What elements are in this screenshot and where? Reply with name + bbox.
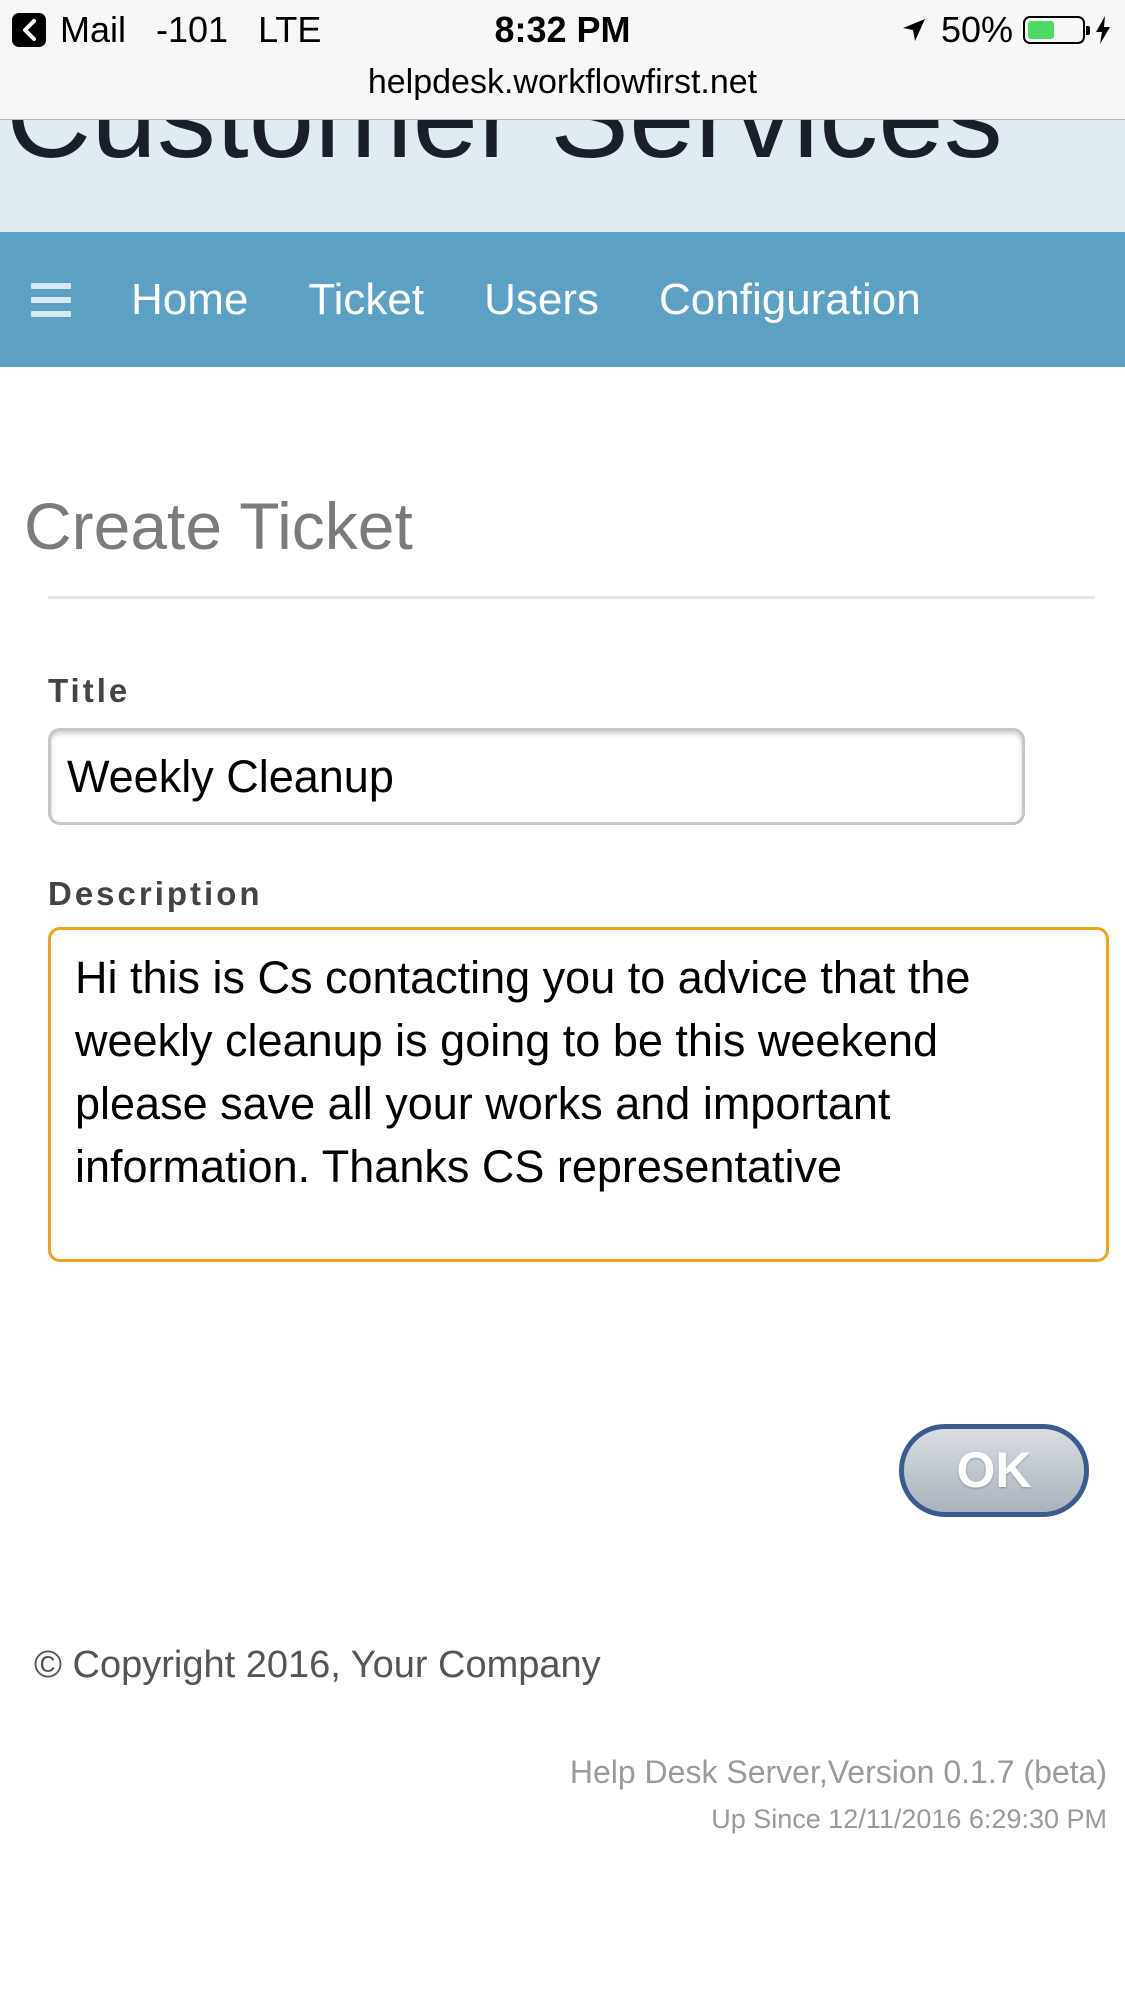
- site-title: Customer Services: [6, 119, 1003, 187]
- copyright-text: © Copyright 2016, Your Company: [34, 1644, 601, 1686]
- charging-bolt-icon: [1095, 16, 1111, 44]
- divider: [48, 596, 1095, 599]
- up-since-text: Up Since 12/11/2016 6:29:30 PM: [711, 1804, 1107, 1834]
- status-right: 50%: [901, 8, 1111, 52]
- ok-button[interactable]: OK: [899, 1424, 1089, 1517]
- location-arrow-icon: [901, 17, 927, 43]
- status-bar: Mail -101 LTE 8:32 PM 50% helpdesk.workf…: [0, 0, 1125, 120]
- menu-icon[interactable]: [31, 282, 71, 317]
- nav-home[interactable]: Home: [131, 275, 248, 325]
- battery-icon: [1023, 16, 1090, 44]
- battery-fill: [1028, 21, 1054, 39]
- version-text: Help Desk Server,Version 0.1.7 (beta): [569, 1754, 1107, 1790]
- nav-configuration[interactable]: Configuration: [659, 275, 921, 325]
- description-label: Description: [48, 875, 263, 912]
- title-label: Title: [48, 672, 131, 709]
- description-textarea[interactable]: Hi this is Cs contacting you to advice t…: [48, 927, 1109, 1262]
- page-title: Create Ticket: [24, 489, 413, 563]
- site-banner: Customer Services: [0, 119, 1125, 232]
- address-bar-url[interactable]: helpdesk.workflowfirst.net: [0, 60, 1125, 104]
- main-nav: Home Ticket Users Configuration: [0, 232, 1125, 367]
- battery-percent: 50%: [940, 9, 1013, 50]
- nav-ticket[interactable]: Ticket: [308, 275, 424, 325]
- title-input[interactable]: Weekly Cleanup: [48, 728, 1025, 825]
- nav-users[interactable]: Users: [484, 275, 599, 325]
